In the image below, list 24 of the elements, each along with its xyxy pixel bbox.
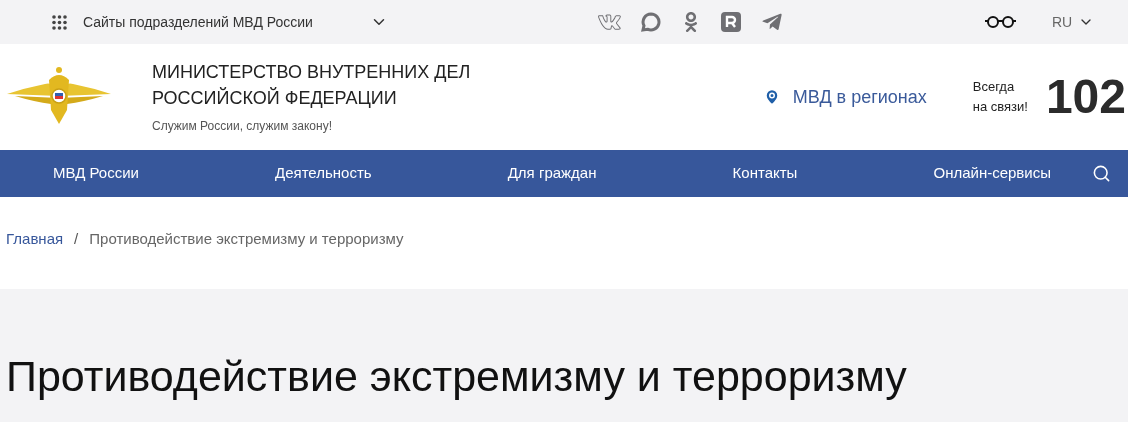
breadcrumb-link[interactable]: Главная [6,227,64,251]
hotline-caption: на связи! [972,98,1028,116]
ministry-title: МИНИСТЕРСТВО ВНУТРЕННИХ ДЕЛ [152,61,471,84]
hotline-number: 102 [1045,73,1126,121]
hotline-caption: Всегда [972,78,1016,96]
regions-link[interactable]: МВД в регионах [792,83,927,111]
nav-item[interactable]: Для граждан [507,162,597,185]
square-r-icon[interactable] [721,12,741,32]
chat-bubble-icon[interactable] [641,12,661,32]
search-icon[interactable] [1092,164,1111,183]
language-button[interactable]: RU [1052,11,1095,33]
breadcrumb-current: Противодействие экстремизму и терроризму [89,228,404,249]
slogan: Служим России, служим закону! [152,118,333,135]
nav-item[interactable]: Контакты [732,162,798,185]
ministry-title: РОССИЙСКОЙ ФЕДЕРАЦИИ [152,86,398,110]
nav-item[interactable]: МВД России [53,162,139,185]
glasses-icon[interactable] [985,15,1016,29]
nav-item[interactable]: Онлайн-сервисы [933,162,1051,185]
page-title: Противодействие экстремизму и терроризму [6,355,908,398]
paper-plane-icon[interactable] [761,11,783,33]
sites-dropdown-label[interactable]: Сайты подразделений МВД России [83,11,313,33]
grid-icon[interactable] [52,14,67,30]
breadcrumb-separator: / [74,228,79,249]
nav-item[interactable]: Деятельность [275,162,372,185]
